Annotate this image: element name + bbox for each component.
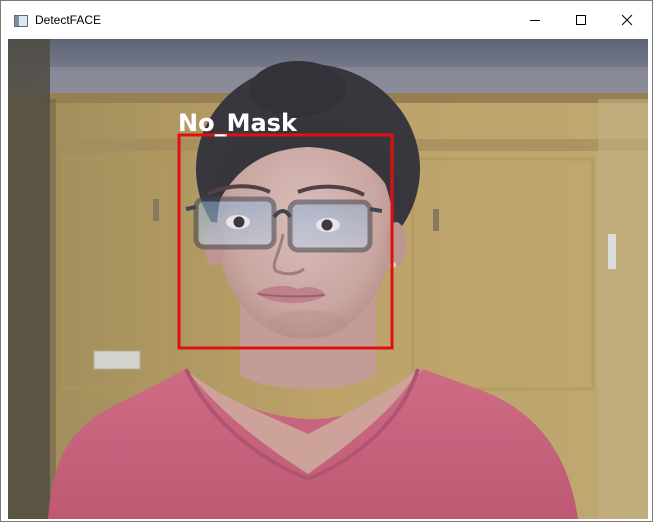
app-window-icon bbox=[14, 15, 28, 27]
camera-feed: No_Mask bbox=[8, 39, 648, 519]
maximize-button[interactable] bbox=[558, 1, 604, 39]
window-title: DetectFACE bbox=[35, 13, 102, 27]
detectface-window: DetectFACE No_Mask bbox=[0, 0, 653, 522]
title-bar[interactable]: DetectFACE bbox=[1, 1, 652, 39]
maximize-icon bbox=[576, 15, 586, 25]
minimize-icon bbox=[530, 20, 540, 21]
close-button[interactable] bbox=[604, 1, 650, 39]
minimize-button[interactable] bbox=[512, 1, 558, 39]
camera-frame-image: No_Mask bbox=[8, 39, 648, 519]
detection-label: No_Mask bbox=[178, 109, 298, 137]
close-icon bbox=[621, 14, 633, 26]
